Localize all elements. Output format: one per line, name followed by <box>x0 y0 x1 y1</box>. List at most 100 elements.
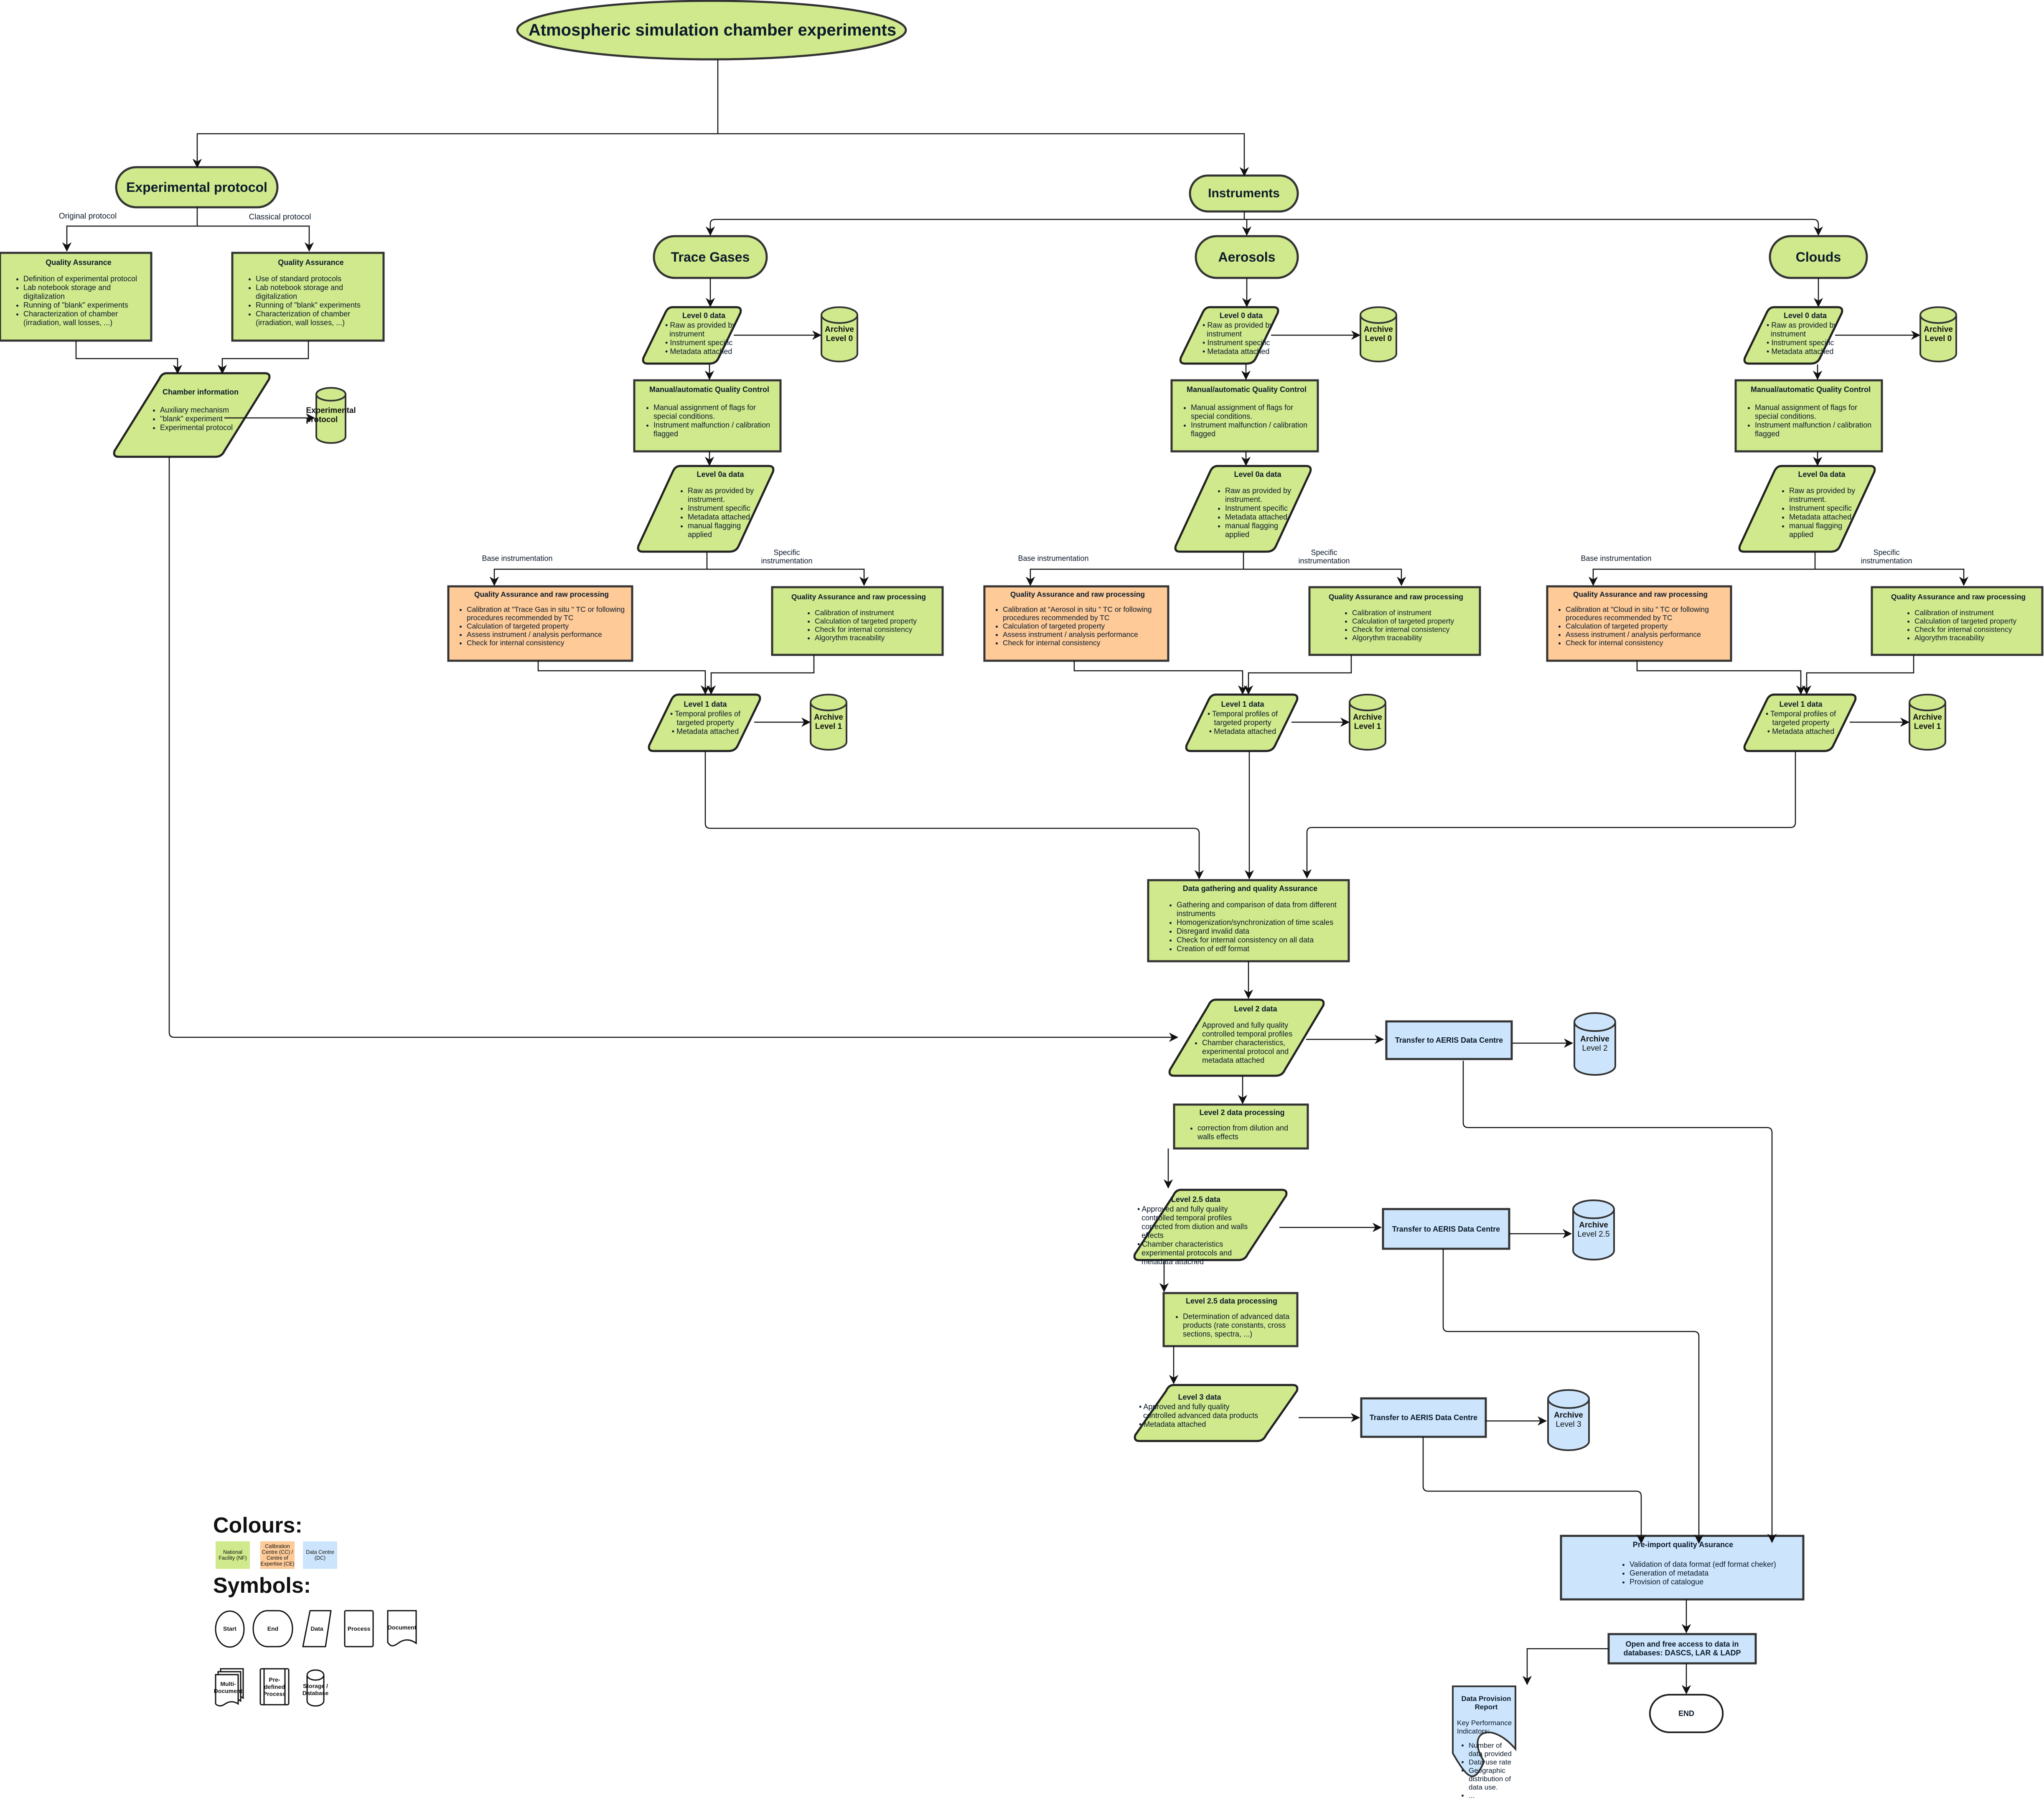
bullet-item: Gathering and comparison of data from di… <box>1177 901 1346 918</box>
level3-text: Level 3 data • Approved and fully quality… <box>1139 1393 1260 1439</box>
legend-symbol-label: Start <box>223 1625 236 1632</box>
qa-base-text: Quality Assurance and raw processing Cali… <box>453 590 630 659</box>
legend-symbol-label: End <box>267 1625 279 1632</box>
branch-label-base: Base instrumentation <box>1018 554 1089 563</box>
archive-level: Level 0 <box>1925 334 1952 343</box>
bullet-dot-icon: • <box>665 321 670 329</box>
level1-text: Level 1 data • Temporal profiles of targe… <box>1763 700 1838 750</box>
bullet-list: Validation of data format (edf format ch… <box>1566 1560 1800 1586</box>
bullet-item: Calibration at "Trace Gas in situ " TC o… <box>467 605 630 622</box>
bullet-item: Definition of experimental protocol <box>23 275 150 283</box>
branch-label-base: Base instrumentation <box>482 554 553 563</box>
level0a-text: Level 0a data Raw as provided by instrume… <box>674 470 766 550</box>
archive-level0-cylinder-2-label: Archive Level 0 <box>1920 315 1956 354</box>
quality-control-text: Manual/automatic Quality Control Manual a… <box>1177 385 1317 448</box>
node-title: Level 1 data <box>684 700 727 708</box>
connector-clouds-level1-to-gathering <box>1302 751 1796 879</box>
archive-level: Level 0 <box>826 334 853 343</box>
bullet-item: Auxiliary mechanism <box>160 406 257 415</box>
node-title: Quality Assurance and raw processing <box>1010 590 1145 598</box>
bullet-list: Raw as provided by instrument.Instrument… <box>1212 486 1304 539</box>
bullet-item: Running of "blank" experiments <box>256 301 382 310</box>
branch-label-original: Original protocol <box>58 211 117 221</box>
bullet-item: Determination of advanced data products … <box>1183 1312 1295 1339</box>
node-title: Data Provision Report <box>1461 1695 1511 1711</box>
qa-specific-text: Quality Assurance and raw processing Cali… <box>1314 593 1477 653</box>
bullet-item: Generation of metadata <box>1630 1569 1800 1578</box>
connector-protocol-classical <box>197 225 314 252</box>
bullet-item: Check for internal consistency <box>815 625 940 634</box>
bullet-item: Lab notebook storage and digitalization <box>23 283 150 301</box>
node-title: Level 2 data <box>1234 1005 1277 1013</box>
archive-level: Level 1 <box>1914 722 1941 731</box>
flowchart-canvas: Atmospheric simulation chamber experimen… <box>0 0 2044 1800</box>
bullet-item: Calculation of targeted property <box>467 622 630 630</box>
bullet-text: Metadata attached <box>1772 727 1835 736</box>
level25-processing-text: Level 2.5 data processing Determination o… <box>1168 1297 1295 1345</box>
node-title: Level 2.5 data <box>1171 1195 1221 1204</box>
connector-qa-specific-to-level1 <box>1802 655 1914 695</box>
node-bullet: • Approved and fully quality controlled … <box>1139 1403 1260 1420</box>
quality-control-text: Manual/automatic Quality Control Manual a… <box>639 385 779 448</box>
node-bullet: • Instrument specific <box>1203 339 1280 347</box>
bullet-item: manual flagging applied <box>1789 522 1868 539</box>
bullet-dot-icon: • <box>665 347 670 356</box>
archive-level: Level 1 <box>815 722 842 731</box>
bullet-list: correction from dilution and walls effec… <box>1178 1124 1306 1141</box>
bullet-item: Instrument specific <box>688 504 766 513</box>
bullet-dot-icon: • <box>671 727 677 736</box>
node-bullet: • Temporal profiles of targeted property <box>1205 710 1280 727</box>
bullet-dot-icon: • <box>1139 1420 1144 1428</box>
connector-tracegases-level1-to-gathering <box>704 751 1204 880</box>
connector-qa-base-to-level1 <box>1073 661 1248 695</box>
connector-qa-specific-to-level1 <box>706 655 815 695</box>
node-title: Quality Assurance <box>278 258 344 267</box>
bullet-list: Definition of experimental protocolLab n… <box>8 275 150 327</box>
connector-specific-instrumentation <box>1243 568 1406 586</box>
level1-text: Level 1 data • Temporal profiles of targe… <box>1205 700 1280 750</box>
bullet-item: manual flagging applied <box>688 522 766 539</box>
bullet-item: Raw as provided by instrument. <box>688 486 766 504</box>
node-title: Level 2 data processing <box>1199 1108 1285 1117</box>
bullet-item: Calibration of instrument <box>815 608 940 617</box>
node-title: Quality Assurance and raw processing <box>1573 590 1708 598</box>
bullet-text: Instrument specific <box>670 339 733 347</box>
archive-title: Archive <box>825 325 854 334</box>
bullet-dot-icon: • <box>1767 347 1772 356</box>
bullet-dot-icon: • <box>1203 347 1208 356</box>
archive-level: Level 0 <box>1365 334 1392 343</box>
node-title: Quality Assurance and raw processing <box>791 593 926 601</box>
bullet-item: Data use rate <box>1469 1758 1515 1767</box>
node-title: Quality Assurance and raw processing <box>474 590 609 598</box>
bullet-item: Calibration at "Aerosol in situ " TC or … <box>1003 605 1167 622</box>
bullet-list: Calibration at "Aerosol in situ " TC or … <box>989 605 1167 647</box>
archive-level1-cylinder-2-label: Archive Level 1 <box>1909 703 1945 742</box>
qa-base-text: Quality Assurance and raw processing Cali… <box>989 590 1167 659</box>
bullet-item: Algorythm traceability <box>815 634 940 642</box>
bullet-text: Raw as provided by instrument <box>1771 321 1838 338</box>
legend-colour-swatch: Calibration Centre (CC) / Centre of Expe… <box>260 1541 295 1569</box>
bullet-text: Temporal profiles of targeted property <box>674 710 741 727</box>
level0-text: Level 0 data • Raw as provided by instrum… <box>1203 311 1280 362</box>
transfer-label-level2: Transfer to AERIS Data Centre <box>1395 1036 1503 1044</box>
bullet-dot-icon: • <box>1203 321 1208 329</box>
end-label: END <box>1678 1709 1694 1718</box>
bullet-text: Approved and fully quality controlled ad… <box>1143 1403 1258 1420</box>
node-title: Pre-import quality Asurance <box>1632 1540 1734 1549</box>
chamber-info-text: Chamber information Auxiliary mechanism"b… <box>144 388 257 451</box>
node-title: Quality Assurance and raw processing <box>1891 593 2026 601</box>
bullet-list: Manual assignment of flags for special c… <box>639 403 779 438</box>
bullet-dot-icon: • <box>1207 710 1212 718</box>
node-bullet: • Instrument specific <box>665 339 742 347</box>
connector-title-to-protocol <box>192 59 719 168</box>
node-bullet: • Raw as provided by instrument <box>665 321 742 339</box>
bullet-item: Running of "blank" experiments <box>23 301 150 310</box>
transfer-label-level25: Transfer to AERIS Data Centre <box>1392 1225 1500 1233</box>
bullet-item: Instrument malfunction / calibration fla… <box>653 421 779 438</box>
bullet-item: Lab notebook storage and digitalization <box>256 283 382 301</box>
bullet-item: Use of standard protocols <box>256 275 382 283</box>
bullet-dot-icon: • <box>1139 1403 1144 1411</box>
archive-level3-cylinder-label: Archive Level 3 <box>1548 1399 1589 1441</box>
bullet-list: Calibration of instrumentCalculation of … <box>1314 608 1477 642</box>
bullet-list: Number of data providedData use rateGeog… <box>1457 1741 1515 1800</box>
